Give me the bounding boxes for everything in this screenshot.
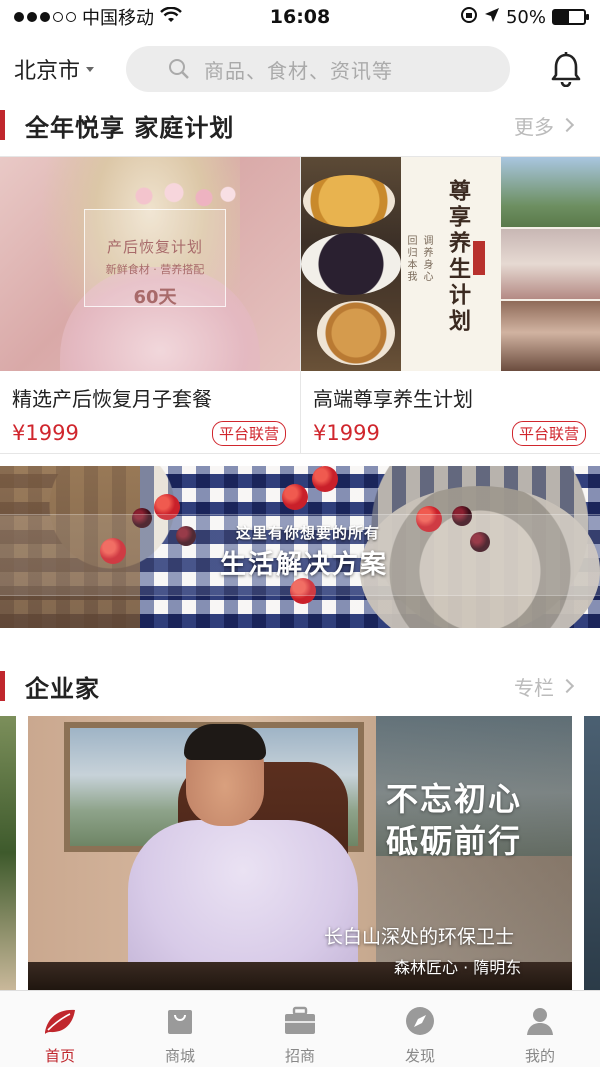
tab-me[interactable]: 我的 <box>480 991 600 1067</box>
card-signature: 森林匠心 · 隋明东 <box>394 958 522 977</box>
more-label: 专栏 <box>514 675 554 700</box>
signal-dot <box>14 12 24 22</box>
orientation-lock-icon <box>460 6 478 29</box>
section-accent-bar <box>0 110 5 140</box>
tab-discover[interactable]: 发现 <box>360 991 480 1067</box>
section-title: 企业家 <box>25 674 100 703</box>
tab-home[interactable]: 首页 <box>0 991 120 1067</box>
section-family-header: 全年悦享 家庭计划 更多 <box>0 99 600 151</box>
flower-wreath <box>120 179 240 213</box>
compass-icon <box>402 1005 438 1037</box>
signal-dot <box>53 12 63 22</box>
seal-stamp <box>473 241 485 275</box>
location-arrow-icon <box>484 7 500 28</box>
wifi-icon <box>160 6 182 28</box>
tab-label: 商城 <box>164 1047 195 1065</box>
product-price: ¥1999 <box>12 421 79 445</box>
image-caption-line2: 回归本我 <box>405 235 416 283</box>
city-selector[interactable]: 北京市 <box>14 53 126 85</box>
signal-dot <box>27 12 37 22</box>
entrepreneur-card[interactable]: 不忘初心 砥砺前行 长白山深处的环保卫士 森林匠心 · 隋明东 <box>28 716 572 990</box>
photo-family-dinner <box>501 301 600 371</box>
carousel-prev-peek[interactable] <box>0 716 16 990</box>
strawberry <box>312 466 338 492</box>
product-list: 产后恢复计划 新鲜食材 · 营养搭配 60天 精选产后恢复月子套餐 ¥1999 … <box>0 156 600 454</box>
status-bar: 中国移动 16:08 50% <box>0 0 600 34</box>
bell-icon[interactable] <box>546 49 586 89</box>
tab-bar: 首页 商城 招商 发现 我的 <box>0 990 600 1067</box>
column-link[interactable]: 专栏 <box>514 672 575 701</box>
tab-label: 我的 <box>524 1047 555 1065</box>
image-caption-title: 尊享养生计划 <box>445 179 470 335</box>
strawberry <box>282 484 308 510</box>
briefcase-icon <box>282 1005 318 1037</box>
card-headline-2: 砥砺前行 <box>386 822 523 860</box>
battery-icon <box>552 9 589 25</box>
product-card[interactable]: 产后恢复计划 新鲜食材 · 营养搭配 60天 精选产后恢复月子套餐 ¥1999 … <box>0 157 300 453</box>
battery-percent: 50% <box>505 6 546 28</box>
entrepreneur-carousel: 不忘初心 砥砺前行 长白山深处的环保卫士 森林匠心 · 隋明东 <box>0 716 600 990</box>
app-root: 中国移动 16:08 50% 北京市 商品、食材、资讯等 全年悦享 家庭计划 更… <box>0 0 600 1067</box>
product-name: 精选产后恢复月子套餐 <box>12 387 212 411</box>
card-headline-1: 不忘初心 <box>386 780 523 818</box>
product-price: ¥1999 <box>313 421 380 445</box>
product-image: 产后恢复计划 新鲜食材 · 营养搭配 60天 <box>0 157 300 371</box>
product-card[interactable]: 尊享养生计划 调养身心 回归本我 高端尊享养生计划 ¥1999 平台联营 <box>300 157 600 453</box>
section-title: 全年悦享 家庭计划 <box>25 113 235 142</box>
user-icon <box>522 1005 558 1037</box>
photo-elderly-couple <box>501 229 600 299</box>
tab-label: 招商 <box>284 1047 315 1065</box>
mushroom-bowl <box>317 301 395 365</box>
chevron-right-icon <box>559 117 575 133</box>
carousel-next-peek[interactable] <box>584 716 600 990</box>
banner-line2: 生活解决方案 <box>220 550 389 580</box>
more-link[interactable]: 更多 <box>514 111 575 140</box>
image-caption-days: 60天 <box>133 287 177 308</box>
header: 北京市 商品、食材、资讯等 <box>0 38 600 100</box>
card-subtitle: 长白山深处的环保卫士 <box>324 926 515 948</box>
berry-bowl <box>301 233 401 295</box>
status-left: 中国移动 <box>14 4 182 30</box>
image-caption-subtitle: 新鲜食材 · 营养搭配 <box>105 263 205 276</box>
portrait-hair <box>184 724 266 760</box>
tab-mall[interactable]: 商城 <box>120 991 240 1067</box>
tab-business[interactable]: 招商 <box>240 991 360 1067</box>
signal-dot <box>40 12 50 22</box>
shopping-bag-icon <box>162 1005 198 1037</box>
carrier-label: 中国移动 <box>82 8 154 29</box>
product-tag: 平台联营 <box>511 421 586 446</box>
search-input[interactable]: 商品、食材、资讯等 <box>126 46 510 92</box>
signal-dot <box>66 12 76 22</box>
tab-label: 首页 <box>44 1047 75 1065</box>
product-name: 高端尊享养生计划 <box>313 387 473 411</box>
product-tag: 平台联营 <box>211 421 286 446</box>
promo-banner[interactable]: 这里有你想要的所有 生活解决方案 <box>0 466 600 628</box>
banner-line1: 这里有你想要的所有 <box>236 524 381 542</box>
product-image: 尊享养生计划 调养身心 回归本我 <box>301 157 600 371</box>
home-leaf-icon <box>42 1005 78 1037</box>
city-label: 北京市 <box>14 59 81 84</box>
battery-fill <box>554 11 569 23</box>
search-placeholder: 商品、食材、资讯等 <box>204 58 393 83</box>
chevron-right-icon <box>559 678 575 694</box>
section-accent-bar <box>0 671 5 701</box>
status-right: 50% <box>460 6 589 29</box>
section-entrepreneur-header: 企业家 专栏 <box>0 660 600 712</box>
image-caption-line1: 调养身心 <box>421 235 432 283</box>
image-caption-frame: 产后恢复计划 新鲜食材 · 营养搭配 60天 <box>84 209 226 308</box>
image-caption-title: 产后恢复计划 <box>106 238 203 256</box>
tab-label: 发现 <box>404 1047 435 1065</box>
photo-elderly-bike <box>501 157 600 227</box>
signal-strength-icon <box>14 12 76 22</box>
search-icon <box>169 59 189 79</box>
honey-bowl <box>303 175 395 227</box>
more-label: 更多 <box>514 114 554 139</box>
caret-down-icon <box>86 66 95 72</box>
